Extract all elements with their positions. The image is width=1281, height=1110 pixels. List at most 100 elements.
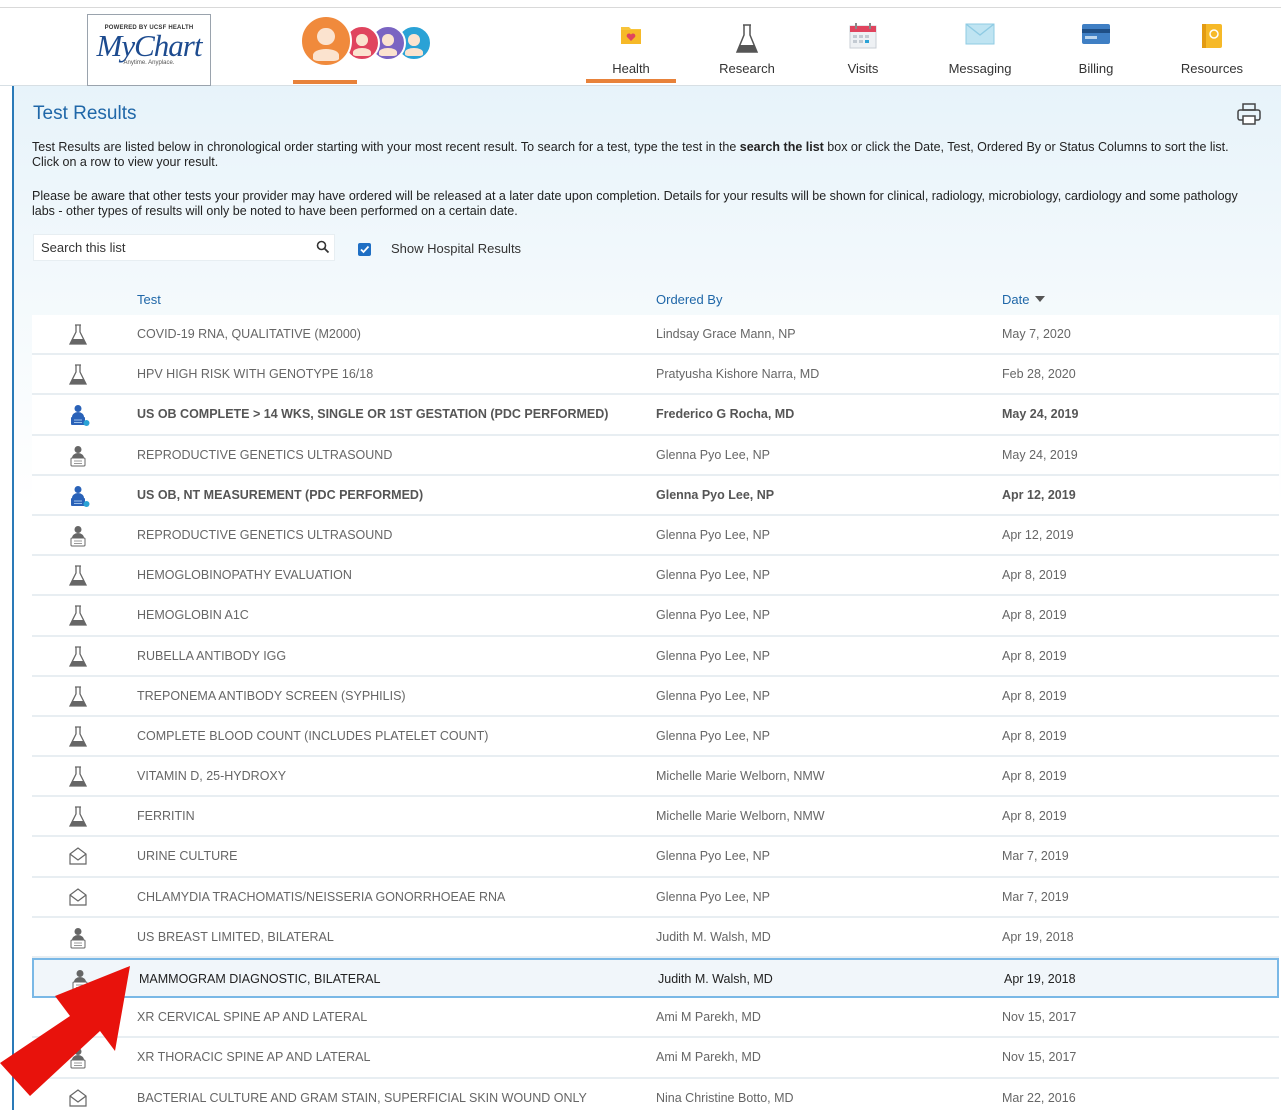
show-hospital-checkbox[interactable] <box>358 243 371 256</box>
row-date: Apr 8, 2019 <box>1002 608 1067 623</box>
nav-research[interactable]: Research <box>697 8 797 86</box>
column-header-ordered-by[interactable]: Ordered By <box>656 292 722 307</box>
row-date: May 7, 2020 <box>1002 327 1071 341</box>
column-header-test[interactable]: Test <box>137 292 161 307</box>
table-row[interactable]: REPRODUCTIVE GENETICS ULTRASOUND Glenna P… <box>32 435 1279 476</box>
show-hospital-label[interactable]: Show Hospital Results <box>391 241 521 256</box>
credit-card-icon <box>1081 23 1111 50</box>
table-row[interactable]: VITAMIN D, 25-HYDROXY Michelle Marie Welb… <box>32 757 1279 798</box>
table-row[interactable]: US BREAST LIMITED, BILATERAL Judith M. Wa… <box>32 917 1279 958</box>
row-date: Apr 19, 2018 <box>1004 972 1076 986</box>
row-test: US BREAST LIMITED, BILATERAL <box>137 929 334 944</box>
envelope-icon <box>965 23 995 50</box>
search-icon[interactable] <box>316 240 330 259</box>
row-ordered-by: Frederico G Rocha, MD <box>656 407 795 422</box>
flask-icon <box>68 565 88 592</box>
nav-messaging[interactable]: Messaging <box>930 8 1030 86</box>
print-icon[interactable] <box>1237 103 1261 130</box>
table-row[interactable]: XR CERVICAL SPINE AP AND LATERAL Ami M Pa… <box>32 998 1279 1039</box>
nav-visits[interactable]: Visits <box>813 8 913 86</box>
table-row[interactable]: US OB COMPLETE > 14 WKS, SINGLE OR 1ST G… <box>32 395 1279 436</box>
row-date: Apr 8, 2019 <box>1002 769 1067 784</box>
avatar-active-underline <box>293 80 357 84</box>
table-row[interactable]: BACTERIAL CULTURE AND GRAM STAIN, SUPERF… <box>32 1078 1279 1110</box>
row-date: Feb 28, 2020 <box>1002 367 1076 382</box>
proxy-avatars[interactable] <box>300 15 440 67</box>
row-ordered-by: Nina Christine Botto, MD <box>656 1090 794 1105</box>
imaging-result-icon <box>68 404 90 431</box>
imaging-result-icon <box>68 485 90 512</box>
row-date: Apr 12, 2019 <box>1002 487 1076 502</box>
table-row[interactable]: TREPONEMA ANTIBODY SCREEN (SYPHILIS) Glen… <box>32 676 1279 717</box>
row-test: HEMOGLOBIN A1C <box>137 608 249 623</box>
row-ordered-by: Glenna Pyo Lee, NP <box>656 447 770 462</box>
row-ordered-by: Michelle Marie Welborn, NMW <box>656 809 825 824</box>
table-row[interactable]: MAMMOGRAM DIAGNOSTIC, BILATERAL Judith M.… <box>32 958 1279 999</box>
avatar-1[interactable] <box>300 15 352 67</box>
flask-icon <box>68 605 88 632</box>
row-date: Mar 7, 2019 <box>1002 889 1069 904</box>
row-test: HPV HIGH RISK WITH GENOTYPE 16/18 <box>137 367 374 382</box>
column-header-date[interactable]: Date <box>1002 292 1046 307</box>
imaging-result-icon <box>68 445 88 472</box>
row-date: Apr 8, 2019 <box>1002 688 1067 703</box>
row-date: Mar 22, 2016 <box>1002 1090 1076 1105</box>
flask-icon <box>68 324 88 351</box>
flask-icon <box>735 23 759 60</box>
row-ordered-by: Lindsay Grace Mann, NP <box>656 327 796 341</box>
red-arrow-icon <box>0 966 130 1096</box>
row-date: May 24, 2019 <box>1002 407 1079 422</box>
table-row[interactable]: CHLAMYDIA TRACHOMATIS/NEISSERIA GONORRHO… <box>32 877 1279 918</box>
row-date: Apr 12, 2019 <box>1002 527 1074 542</box>
flask-icon <box>68 806 88 833</box>
nav-billing[interactable]: Billing <box>1046 8 1146 86</box>
envelope-open-icon <box>68 887 88 912</box>
search-input[interactable] <box>34 235 304 260</box>
flask-icon <box>68 364 88 391</box>
table-row[interactable]: US OB, NT MEASUREMENT (PDC PERFORMED) Gle… <box>32 475 1279 516</box>
imaging-result-icon <box>68 927 88 954</box>
table-row[interactable]: RUBELLA ANTIBODY IGG Glenna Pyo Lee, NP Ap… <box>32 636 1279 677</box>
imaging-result-icon <box>68 525 88 552</box>
row-date: Apr 8, 2019 <box>1002 809 1067 824</box>
table-row[interactable]: HEMOGLOBIN A1C Glenna Pyo Lee, NP Apr 8, 2… <box>32 596 1279 637</box>
nav-resources[interactable]: Resources <box>1162 8 1262 86</box>
row-test: CHLAMYDIA TRACHOMATIS/NEISSERIA GONORRHO… <box>137 889 506 904</box>
row-date: May 24, 2019 <box>1002 447 1078 462</box>
row-ordered-by: Ami M Parekh, MD <box>656 1010 761 1025</box>
row-ordered-by: Glenna Pyo Lee, NP <box>656 648 770 663</box>
table-row[interactable]: REPRODUCTIVE GENETICS ULTRASOUND Glenna P… <box>32 515 1279 557</box>
table-row[interactable]: COVID-19 RNA, QUALITATIVE (M2000) Lindsay… <box>32 315 1279 356</box>
flask-icon <box>68 645 88 673</box>
row-ordered-by: Glenna Pyo Lee, NP <box>656 527 770 542</box>
table-row[interactable]: FERRITIN Michelle Marie Welborn, NMW Apr 8… <box>32 797 1279 838</box>
table-row[interactable]: XR THORACIC SPINE AP AND LATERAL Ami M Pa… <box>32 1038 1279 1079</box>
table-row[interactable]: URINE CULTURE Glenna Pyo Lee, NP Mar 7, 20… <box>32 837 1279 878</box>
table-row[interactable]: COMPLETE BLOOD COUNT (INCLUDES PLATELET … <box>32 716 1279 758</box>
page-title: Test Results <box>33 103 137 124</box>
row-ordered-by: Judith M. Walsh, MD <box>658 972 773 986</box>
row-test: COMPLETE BLOOD COUNT (INCLUDES PLATELET … <box>137 728 489 743</box>
row-test: HEMOGLOBINOPATHY EVALUATION <box>137 568 352 583</box>
nav-resources-label: Resources <box>1180 61 1244 76</box>
intro-paragraph-1: Test Results are listed below in chronol… <box>32 140 1229 169</box>
nav-health-underline <box>586 79 676 83</box>
row-test: RUBELLA ANTIBODY IGG <box>137 648 287 663</box>
nav-health[interactable]: Health <box>581 8 681 86</box>
nav-messaging-label: Messaging <box>948 61 1012 76</box>
row-ordered-by: Ami M Parekh, MD <box>656 1050 761 1065</box>
row-test: US OB COMPLETE > 14 WKS, SINGLE OR 1ST G… <box>137 407 609 422</box>
table-row[interactable]: HEMOGLOBINOPATHY EVALUATION Glenna Pyo Le… <box>32 556 1279 597</box>
row-ordered-by: Glenna Pyo Lee, NP <box>656 487 775 502</box>
calendar-icon <box>849 23 877 54</box>
row-date: Apr 19, 2018 <box>1002 929 1074 944</box>
row-ordered-by: Pratyusha Kishore Narra, MD <box>656 367 820 382</box>
row-ordered-by: Glenna Pyo Lee, NP <box>656 889 770 904</box>
nav-billing-label: Billing <box>1078 61 1114 76</box>
search-box[interactable] <box>33 234 335 261</box>
mychart-logo[interactable]: POWERED BY UCSF HEALTH MyChart Anytime. … <box>87 14 211 86</box>
row-ordered-by: Glenna Pyo Lee, NP <box>656 849 770 864</box>
flask-icon <box>68 766 88 793</box>
table-row[interactable]: HPV HIGH RISK WITH GENOTYPE 16/18 Pratyus… <box>32 355 1279 396</box>
row-ordered-by: Glenna Pyo Lee, NP <box>656 568 770 583</box>
